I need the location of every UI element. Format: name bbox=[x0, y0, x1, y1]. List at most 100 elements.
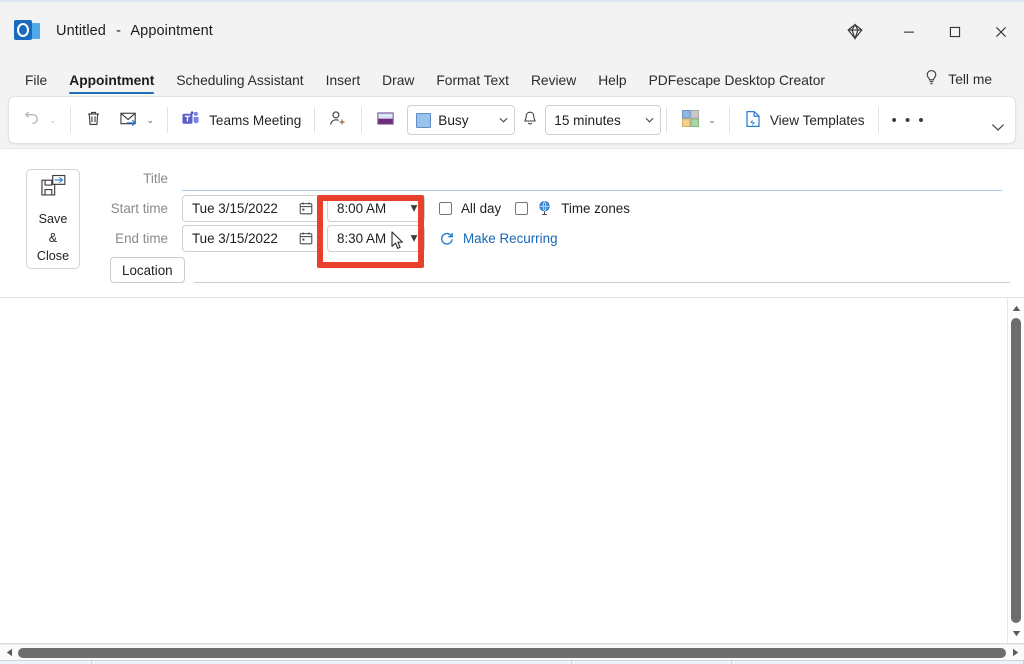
tab-format-text[interactable]: Format Text bbox=[425, 74, 520, 96]
undo-caret-icon[interactable]: ⌄ bbox=[49, 115, 57, 125]
undo-icon bbox=[23, 109, 42, 131]
end-time-dropdown[interactable]: 8:30 AM ▾ bbox=[327, 224, 425, 252]
recurring-icon bbox=[439, 231, 455, 246]
show-as-icon-button[interactable] bbox=[367, 102, 404, 138]
window-title: Untitled - Appointment bbox=[56, 23, 213, 39]
forward-caret-icon[interactable]: ⌄ bbox=[147, 115, 155, 125]
save-close-line3: Close bbox=[36, 248, 70, 263]
scroll-down-arrow[interactable] bbox=[1012, 626, 1021, 640]
delete-button[interactable] bbox=[76, 102, 111, 138]
forward-button[interactable]: ⌄ bbox=[111, 102, 163, 138]
show-as-value: Busy bbox=[438, 112, 469, 128]
end-time-row: End time Tue 3/15/2022 8:30 AM ▾ Make Re… bbox=[96, 223, 1010, 253]
close-icon[interactable] bbox=[978, 10, 1024, 54]
title-bar: Untitled - Appointment bbox=[0, 0, 1024, 60]
ribbon-separator bbox=[361, 107, 363, 133]
minimize-icon[interactable] bbox=[886, 10, 932, 54]
view-templates-button[interactable]: View Templates bbox=[735, 102, 873, 138]
start-time-dropdown[interactable]: 8:00 AM ▾ bbox=[327, 194, 425, 222]
show-as-chevron-down-icon[interactable] bbox=[492, 106, 514, 134]
location-button[interactable]: Location bbox=[110, 257, 185, 283]
categorize-icon bbox=[680, 108, 701, 132]
teams-icon bbox=[181, 109, 202, 131]
reminder-dropdown[interactable]: 15 minutes bbox=[545, 105, 662, 135]
ribbon-separator bbox=[167, 107, 169, 133]
forward-mail-icon bbox=[119, 109, 140, 131]
scroll-left-arrow[interactable] bbox=[2, 648, 16, 657]
all-day-option[interactable]: All day bbox=[439, 201, 501, 216]
start-time-row: Start time Tue 3/15/2022 8:00 AM ▾ All d… bbox=[96, 193, 1010, 223]
title-input[interactable] bbox=[182, 165, 1002, 191]
save-close-icon bbox=[40, 173, 67, 203]
globe-icon bbox=[537, 200, 552, 216]
end-date-calendar-icon[interactable] bbox=[293, 231, 319, 245]
teams-meeting-button[interactable]: Teams Meeting bbox=[173, 102, 309, 138]
make-recurring-link[interactable]: Make Recurring bbox=[439, 231, 558, 246]
tab-help[interactable]: Help bbox=[587, 74, 637, 96]
end-date-value: Tue 3/15/2022 bbox=[192, 230, 278, 246]
time-zones-checkbox[interactable] bbox=[515, 201, 529, 215]
ribbon-separator bbox=[314, 107, 316, 133]
scroll-up-arrow[interactable] bbox=[1012, 301, 1021, 315]
appointment-body-input[interactable] bbox=[0, 298, 1007, 643]
ribbon-container: ⌄ ⌄ Teams Meeting Busy 15 minutes ⌄ View… bbox=[0, 96, 1024, 148]
show-as-icon bbox=[375, 109, 396, 131]
tab-scheduling-assistant[interactable]: Scheduling Assistant bbox=[165, 74, 314, 96]
view-templates-label: View Templates bbox=[769, 112, 865, 128]
scroll-right-arrow[interactable] bbox=[1008, 648, 1022, 657]
location-input[interactable] bbox=[193, 257, 1010, 283]
horizontal-scrollbar[interactable] bbox=[0, 644, 1024, 660]
undo-button[interactable]: ⌄ bbox=[15, 102, 65, 138]
start-date-input[interactable]: Tue 3/15/2022 bbox=[182, 194, 320, 222]
horizontal-scrollbar-thumb[interactable] bbox=[18, 647, 1006, 658]
start-time-chevron-down-icon[interactable]: ▾ bbox=[404, 200, 424, 216]
end-time-value: 8:30 AM bbox=[337, 230, 387, 246]
ribbon-separator bbox=[69, 107, 71, 133]
tab-appointment[interactable]: Appointment bbox=[58, 74, 165, 96]
tell-me-search[interactable]: Tell me bbox=[924, 69, 992, 89]
end-date-input[interactable]: Tue 3/15/2022 bbox=[182, 224, 320, 252]
show-as-dropdown[interactable]: Busy bbox=[407, 105, 516, 135]
reminder-bell-button[interactable] bbox=[515, 102, 545, 138]
tab-review[interactable]: Review bbox=[520, 74, 587, 96]
categorize-caret-icon[interactable]: ⌄ bbox=[708, 115, 716, 125]
tab-pdfescape-desktop-creator[interactable]: PDFescape Desktop Creator bbox=[638, 74, 836, 96]
invite-attendees-icon bbox=[328, 109, 348, 131]
make-recurring-label: Make Recurring bbox=[463, 230, 558, 246]
start-date-calendar-icon[interactable] bbox=[293, 201, 319, 215]
ribbon-separator bbox=[666, 107, 668, 133]
ribbon-overflow-button[interactable]: • • • bbox=[884, 102, 934, 138]
ribbon-separator bbox=[877, 107, 879, 133]
maximize-icon[interactable] bbox=[932, 10, 978, 54]
window-title-separator: - bbox=[116, 23, 122, 39]
tell-me-label: Tell me bbox=[948, 71, 992, 87]
vertical-scrollbar-thumb[interactable] bbox=[1011, 318, 1021, 623]
lightbulb-icon bbox=[924, 69, 939, 89]
reminder-chevron-down-icon[interactable] bbox=[638, 106, 660, 134]
title-label: Title bbox=[143, 170, 168, 186]
tab-file[interactable]: File bbox=[14, 74, 58, 96]
teams-meeting-label: Teams Meeting bbox=[209, 112, 302, 128]
invite-attendees-button[interactable] bbox=[320, 102, 356, 138]
ribbon-collapse-chevron-down-icon[interactable] bbox=[991, 119, 1005, 137]
trash-icon bbox=[84, 109, 103, 131]
end-time-chevron-down-icon[interactable]: ▾ bbox=[404, 230, 424, 246]
ribbon: ⌄ ⌄ Teams Meeting Busy 15 minutes ⌄ View… bbox=[8, 96, 1016, 144]
ribbon-separator bbox=[728, 107, 730, 133]
time-zones-label: Time zones bbox=[561, 200, 630, 216]
tab-insert[interactable]: Insert bbox=[315, 74, 372, 96]
save-and-close-button[interactable]: Save & Close bbox=[26, 169, 80, 269]
appointment-fields: Title Start time Tue 3/15/2022 8:00 AM ▾… bbox=[96, 163, 1024, 297]
categorize-button[interactable]: ⌄ bbox=[672, 102, 724, 138]
save-close-line2: & bbox=[48, 230, 58, 245]
diamond-icon[interactable] bbox=[832, 10, 878, 54]
window-controls bbox=[832, 2, 1024, 62]
vertical-scrollbar[interactable] bbox=[1007, 298, 1024, 643]
view-templates-icon bbox=[743, 109, 763, 132]
ribbon-tab-strip: File Appointment Scheduling Assistant In… bbox=[0, 60, 1024, 96]
tab-draw[interactable]: Draw bbox=[371, 74, 425, 96]
location-row: Location bbox=[96, 253, 1010, 287]
all-day-checkbox[interactable] bbox=[439, 201, 452, 215]
start-date-value: Tue 3/15/2022 bbox=[192, 200, 278, 216]
time-zones-option[interactable]: Time zones bbox=[515, 200, 630, 216]
